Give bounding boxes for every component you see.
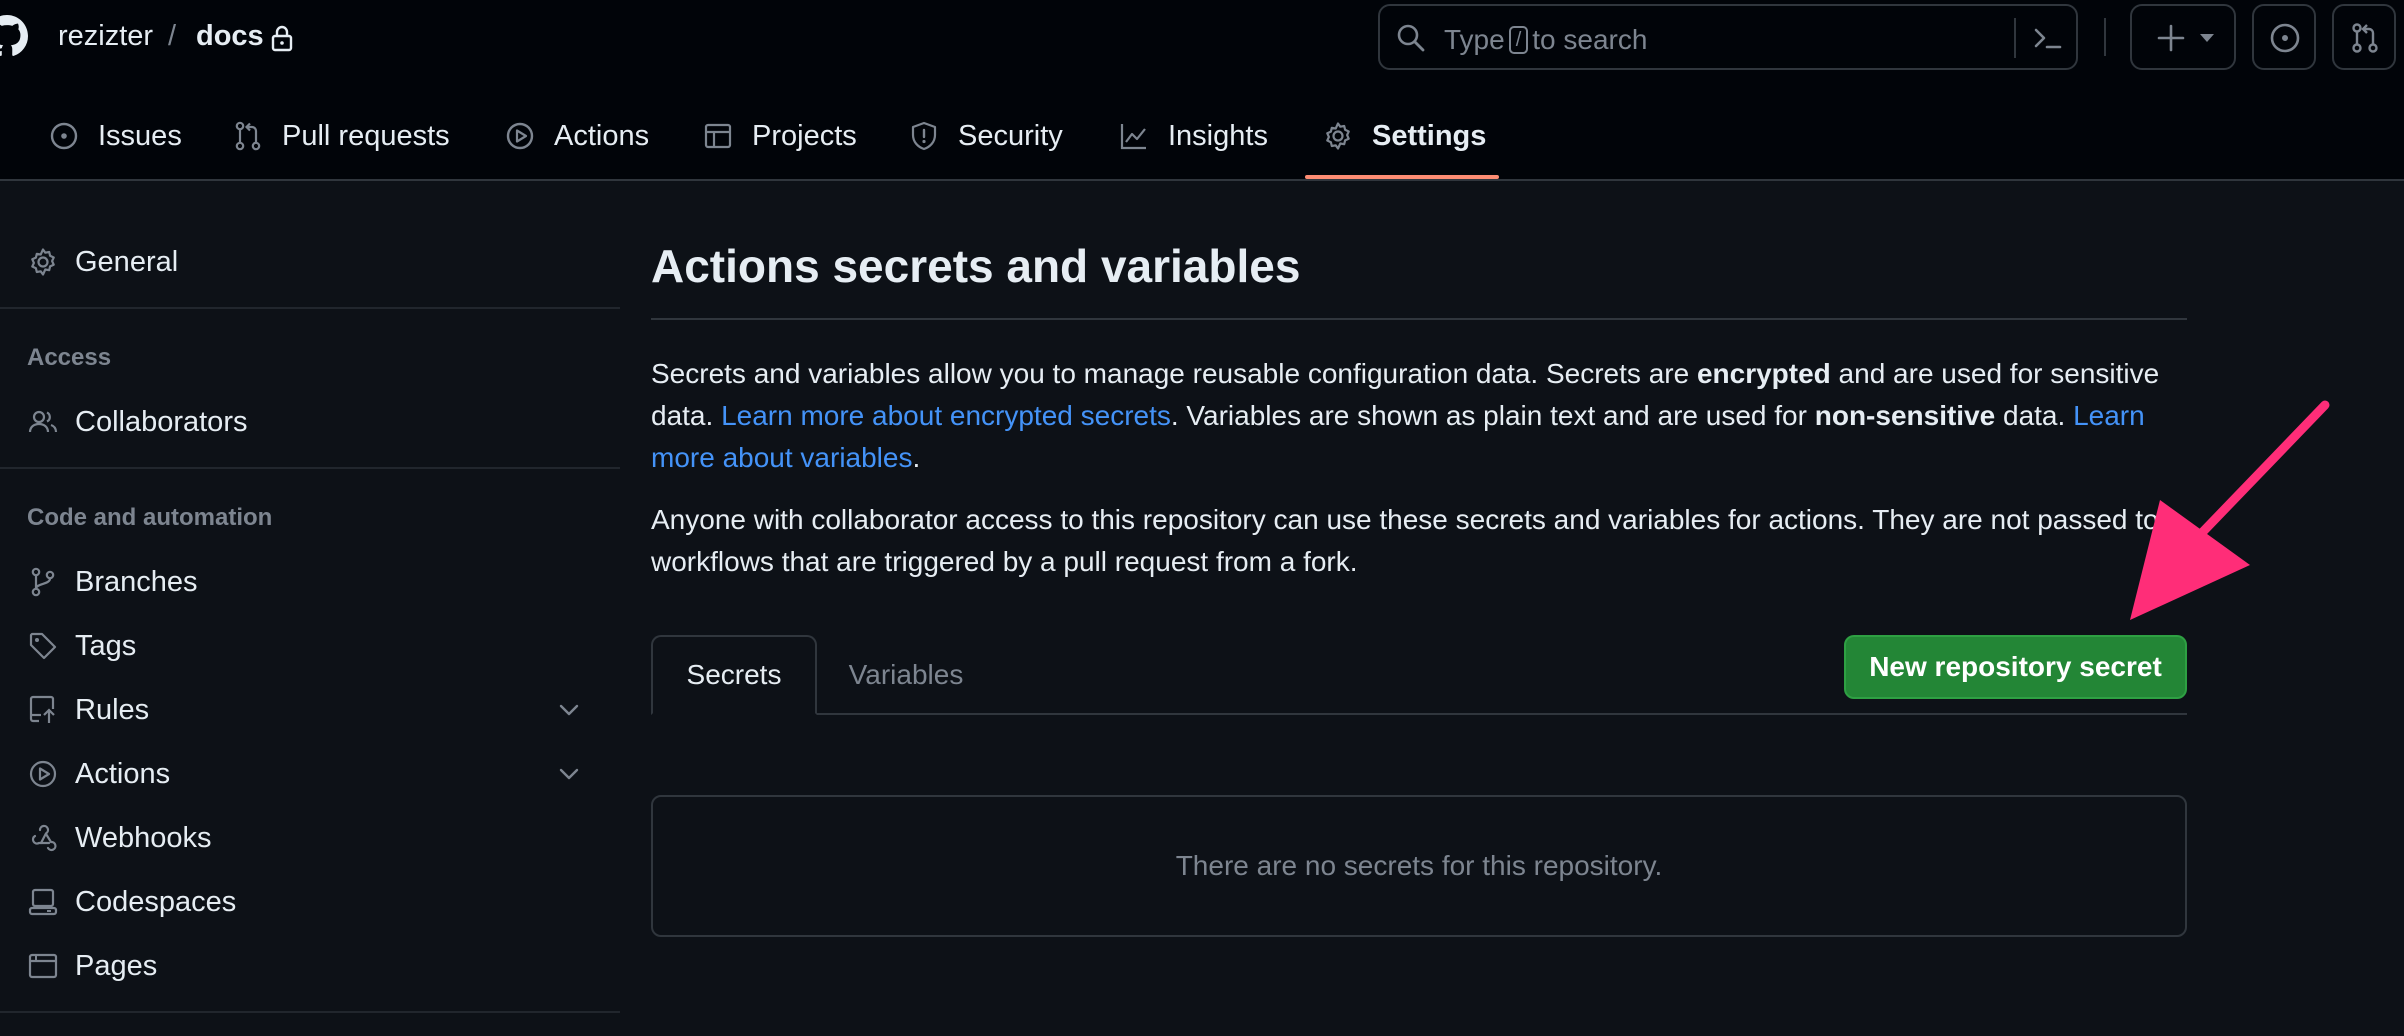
create-new-button[interactable] xyxy=(2130,4,2236,70)
sidebar-divider xyxy=(0,1011,620,1013)
tab-secrets[interactable]: Secrets xyxy=(651,635,817,715)
sidebar-item-label: Tags xyxy=(75,629,137,662)
sidebar-item-label: Pages xyxy=(75,949,158,982)
chevron-down-icon[interactable] xyxy=(555,760,583,788)
sidebar-heading-code-automation: Code and automation xyxy=(27,504,273,531)
gear-icon xyxy=(31,248,55,276)
empty-secrets-state: There are no secrets for this repository… xyxy=(651,795,2187,937)
table-icon xyxy=(704,123,732,149)
sidebar-item-actions[interactable]: Actions xyxy=(0,746,620,802)
browser-icon xyxy=(28,953,58,979)
command-palette-icon[interactable] xyxy=(2032,24,2064,52)
repo-push-icon xyxy=(29,695,55,723)
tab-insights-label: Insights xyxy=(1168,119,1268,152)
sidebar-item-webhooks[interactable]: Webhooks xyxy=(0,810,620,866)
sidebar-item-label: General xyxy=(75,245,179,278)
active-tab-indicator xyxy=(1305,175,1499,179)
tab-projects-label: Projects xyxy=(752,119,857,152)
intro-paragraph: Secrets and variables allow you to manag… xyxy=(651,358,2160,473)
issue-opened-icon xyxy=(2270,23,2300,53)
people-icon xyxy=(28,410,58,433)
git-pull-request-icon xyxy=(2352,23,2378,53)
tab-pull-requests[interactable]: Pull requests xyxy=(232,104,450,168)
sidebar-item-rules[interactable]: Rules xyxy=(0,682,620,738)
sidebar-item-general[interactable]: General xyxy=(0,234,620,290)
sidebar-item-label: Collaborators xyxy=(75,405,248,438)
sidebar-item-label: Actions xyxy=(75,757,171,790)
tab-issues-label: Issues xyxy=(98,119,182,152)
sidebar-item-label: Codespaces xyxy=(75,885,237,918)
access-notice-paragraph: Anyone with collaborator access to this … xyxy=(651,504,2159,577)
breadcrumb-separator: / xyxy=(168,20,177,52)
webhook-icon xyxy=(31,824,57,852)
search-icon xyxy=(1397,24,1425,52)
breadcrumb-repo[interactable]: docs xyxy=(196,20,264,53)
tab-security-label: Security xyxy=(958,119,1063,152)
sidebar-heading-access: Access xyxy=(27,344,112,371)
sidebar-item-codespaces[interactable]: Codespaces xyxy=(0,874,620,930)
sidebar-item-label: Rules xyxy=(75,693,150,726)
tab-insights[interactable]: Insights xyxy=(1118,104,1268,168)
repo-navigation: Issues Pull requests Actions Projects Se… xyxy=(0,104,2404,168)
sidebar-item-label: Webhooks xyxy=(75,821,212,854)
github-logo-icon[interactable] xyxy=(0,15,28,57)
tab-actions[interactable]: Actions xyxy=(504,104,649,168)
header-divider xyxy=(2104,18,2106,56)
tab-settings[interactable]: Settings xyxy=(1322,104,1486,168)
tab-projects[interactable]: Projects xyxy=(702,104,857,168)
search-placeholder: Type / to search xyxy=(1444,24,1648,55)
sidebar-divider xyxy=(0,467,620,469)
pull-request-icon xyxy=(235,121,261,151)
new-repository-secret-button[interactable]: New repository secret xyxy=(1844,635,2187,699)
title-divider xyxy=(651,318,2187,320)
settings-sidebar: General Access Collaborators Code and au… xyxy=(0,181,620,1036)
issue-icon xyxy=(50,122,78,150)
triangle-down-icon xyxy=(2200,34,2214,42)
search-shortcut-key: / xyxy=(1508,26,1529,54)
your-pull-requests-button[interactable] xyxy=(2332,4,2396,70)
search-input[interactable]: Type / to search xyxy=(1378,4,2078,70)
page-title: Actions secrets and variables xyxy=(651,240,1301,292)
tag-icon xyxy=(29,632,57,660)
your-issues-button[interactable] xyxy=(2252,4,2316,70)
play-icon xyxy=(29,760,57,788)
git-branch-icon xyxy=(31,567,55,597)
graph-icon xyxy=(1120,124,1146,150)
search-divider xyxy=(2014,18,2016,58)
shield-icon xyxy=(911,121,937,151)
sidebar-item-label: Branches xyxy=(75,565,198,598)
sidebar-item-tags[interactable]: Tags xyxy=(0,618,620,674)
plus-icon xyxy=(2157,24,2185,52)
learn-more-encrypted-secrets-link[interactable]: Learn more about encrypted secrets xyxy=(721,400,1171,431)
tab-security[interactable]: Security xyxy=(908,104,1063,168)
chevron-down-icon[interactable] xyxy=(555,696,583,724)
empty-secrets-message: There are no secrets for this repository… xyxy=(1175,850,1663,881)
gear-icon xyxy=(1326,122,1350,150)
tab-issues[interactable]: Issues xyxy=(48,104,182,168)
app-header: rezizter / docs Type / to search Issues … xyxy=(0,0,2404,181)
tab-actions-label: Actions xyxy=(554,119,650,152)
tab-pull-requests-label: Pull requests xyxy=(282,119,450,152)
lock-icon xyxy=(271,25,293,52)
annotation-arrow-icon xyxy=(2130,400,2330,620)
breadcrumb-owner[interactable]: rezizter xyxy=(58,20,153,53)
sidebar-item-pages[interactable]: Pages xyxy=(0,938,620,994)
tab-variables[interactable]: Variables xyxy=(817,635,995,715)
sidebar-divider xyxy=(0,307,620,309)
tab-settings-label: Settings xyxy=(1372,119,1487,152)
sidebar-item-branches[interactable]: Branches xyxy=(0,554,620,610)
codespaces-icon xyxy=(28,888,58,916)
play-icon xyxy=(506,122,534,150)
sidebar-item-collaborators[interactable]: Collaborators xyxy=(0,394,620,450)
